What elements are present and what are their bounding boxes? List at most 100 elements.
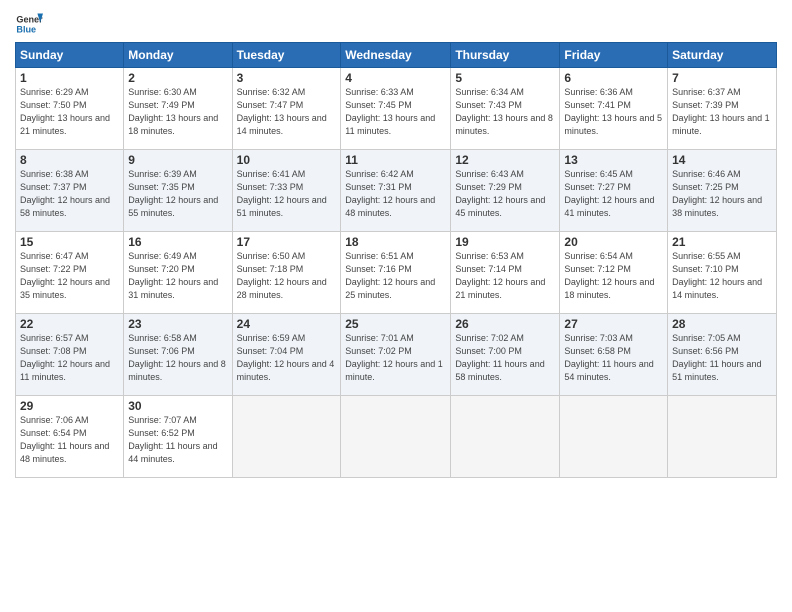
calendar-cell: 25Sunrise: 7:01 AMSunset: 7:02 PMDayligh… <box>341 314 451 396</box>
day-info: Sunrise: 6:37 AMSunset: 7:39 PMDaylight:… <box>672 86 772 138</box>
calendar-cell <box>232 396 341 478</box>
day-number: 8 <box>20 153 119 167</box>
day-number: 13 <box>564 153 663 167</box>
calendar-cell: 3Sunrise: 6:32 AMSunset: 7:47 PMDaylight… <box>232 68 341 150</box>
calendar-cell: 28Sunrise: 7:05 AMSunset: 6:56 PMDayligh… <box>668 314 777 396</box>
day-number: 27 <box>564 317 663 331</box>
day-info: Sunrise: 7:06 AMSunset: 6:54 PMDaylight:… <box>20 414 119 466</box>
day-info: Sunrise: 6:38 AMSunset: 7:37 PMDaylight:… <box>20 168 119 220</box>
day-info: Sunrise: 6:36 AMSunset: 7:41 PMDaylight:… <box>564 86 663 138</box>
day-number: 12 <box>455 153 555 167</box>
day-info: Sunrise: 6:58 AMSunset: 7:06 PMDaylight:… <box>128 332 227 384</box>
day-number: 21 <box>672 235 772 249</box>
day-info: Sunrise: 6:29 AMSunset: 7:50 PMDaylight:… <box>20 86 119 138</box>
calendar-cell: 29Sunrise: 7:06 AMSunset: 6:54 PMDayligh… <box>16 396 124 478</box>
calendar-cell: 14Sunrise: 6:46 AMSunset: 7:25 PMDayligh… <box>668 150 777 232</box>
day-number: 9 <box>128 153 227 167</box>
day-number: 29 <box>20 399 119 413</box>
calendar-cell: 4Sunrise: 6:33 AMSunset: 7:45 PMDaylight… <box>341 68 451 150</box>
calendar-cell: 26Sunrise: 7:02 AMSunset: 7:00 PMDayligh… <box>451 314 560 396</box>
day-info: Sunrise: 6:30 AMSunset: 7:49 PMDaylight:… <box>128 86 227 138</box>
calendar-cell: 10Sunrise: 6:41 AMSunset: 7:33 PMDayligh… <box>232 150 341 232</box>
calendar-cell: 16Sunrise: 6:49 AMSunset: 7:20 PMDayligh… <box>124 232 232 314</box>
calendar-cell: 8Sunrise: 6:38 AMSunset: 7:37 PMDaylight… <box>16 150 124 232</box>
day-info: Sunrise: 6:34 AMSunset: 7:43 PMDaylight:… <box>455 86 555 138</box>
day-number: 25 <box>345 317 446 331</box>
day-info: Sunrise: 6:54 AMSunset: 7:12 PMDaylight:… <box>564 250 663 302</box>
day-info: Sunrise: 6:55 AMSunset: 7:10 PMDaylight:… <box>672 250 772 302</box>
calendar-cell: 17Sunrise: 6:50 AMSunset: 7:18 PMDayligh… <box>232 232 341 314</box>
day-info: Sunrise: 6:33 AMSunset: 7:45 PMDaylight:… <box>345 86 446 138</box>
day-number: 2 <box>128 71 227 85</box>
weekday-header: Monday <box>124 43 232 68</box>
day-number: 7 <box>672 71 772 85</box>
day-info: Sunrise: 6:50 AMSunset: 7:18 PMDaylight:… <box>237 250 337 302</box>
calendar-week-row: 22Sunrise: 6:57 AMSunset: 7:08 PMDayligh… <box>16 314 777 396</box>
day-info: Sunrise: 6:45 AMSunset: 7:27 PMDaylight:… <box>564 168 663 220</box>
calendar-table: SundayMondayTuesdayWednesdayThursdayFrid… <box>15 42 777 478</box>
logo-icon: General Blue <box>15 10 43 38</box>
calendar-cell: 11Sunrise: 6:42 AMSunset: 7:31 PMDayligh… <box>341 150 451 232</box>
calendar-cell: 6Sunrise: 6:36 AMSunset: 7:41 PMDaylight… <box>560 68 668 150</box>
weekday-header: Wednesday <box>341 43 451 68</box>
calendar-cell: 30Sunrise: 7:07 AMSunset: 6:52 PMDayligh… <box>124 396 232 478</box>
calendar-cell: 27Sunrise: 7:03 AMSunset: 6:58 PMDayligh… <box>560 314 668 396</box>
header: General Blue <box>15 10 777 38</box>
day-info: Sunrise: 6:42 AMSunset: 7:31 PMDaylight:… <box>345 168 446 220</box>
calendar-cell: 5Sunrise: 6:34 AMSunset: 7:43 PMDaylight… <box>451 68 560 150</box>
day-info: Sunrise: 6:59 AMSunset: 7:04 PMDaylight:… <box>237 332 337 384</box>
day-info: Sunrise: 7:03 AMSunset: 6:58 PMDaylight:… <box>564 332 663 384</box>
day-number: 17 <box>237 235 337 249</box>
calendar-cell <box>341 396 451 478</box>
day-info: Sunrise: 6:57 AMSunset: 7:08 PMDaylight:… <box>20 332 119 384</box>
day-number: 19 <box>455 235 555 249</box>
calendar-cell <box>668 396 777 478</box>
day-number: 22 <box>20 317 119 331</box>
day-number: 28 <box>672 317 772 331</box>
day-number: 30 <box>128 399 227 413</box>
day-info: Sunrise: 6:47 AMSunset: 7:22 PMDaylight:… <box>20 250 119 302</box>
calendar-cell: 7Sunrise: 6:37 AMSunset: 7:39 PMDaylight… <box>668 68 777 150</box>
weekday-header: Friday <box>560 43 668 68</box>
day-number: 11 <box>345 153 446 167</box>
day-number: 26 <box>455 317 555 331</box>
calendar-week-row: 8Sunrise: 6:38 AMSunset: 7:37 PMDaylight… <box>16 150 777 232</box>
calendar-cell <box>560 396 668 478</box>
day-info: Sunrise: 6:39 AMSunset: 7:35 PMDaylight:… <box>128 168 227 220</box>
day-info: Sunrise: 6:32 AMSunset: 7:47 PMDaylight:… <box>237 86 337 138</box>
calendar-week-row: 15Sunrise: 6:47 AMSunset: 7:22 PMDayligh… <box>16 232 777 314</box>
day-info: Sunrise: 7:01 AMSunset: 7:02 PMDaylight:… <box>345 332 446 384</box>
day-info: Sunrise: 6:41 AMSunset: 7:33 PMDaylight:… <box>237 168 337 220</box>
calendar-cell: 24Sunrise: 6:59 AMSunset: 7:04 PMDayligh… <box>232 314 341 396</box>
day-info: Sunrise: 6:53 AMSunset: 7:14 PMDaylight:… <box>455 250 555 302</box>
calendar-cell: 9Sunrise: 6:39 AMSunset: 7:35 PMDaylight… <box>124 150 232 232</box>
weekday-header: Tuesday <box>232 43 341 68</box>
day-number: 16 <box>128 235 227 249</box>
weekday-header: Thursday <box>451 43 560 68</box>
logo: General Blue <box>15 10 43 38</box>
day-info: Sunrise: 7:07 AMSunset: 6:52 PMDaylight:… <box>128 414 227 466</box>
day-number: 10 <box>237 153 337 167</box>
day-number: 14 <box>672 153 772 167</box>
day-info: Sunrise: 6:43 AMSunset: 7:29 PMDaylight:… <box>455 168 555 220</box>
calendar-cell: 20Sunrise: 6:54 AMSunset: 7:12 PMDayligh… <box>560 232 668 314</box>
calendar-cell: 15Sunrise: 6:47 AMSunset: 7:22 PMDayligh… <box>16 232 124 314</box>
calendar-cell: 13Sunrise: 6:45 AMSunset: 7:27 PMDayligh… <box>560 150 668 232</box>
day-number: 20 <box>564 235 663 249</box>
calendar-cell: 19Sunrise: 6:53 AMSunset: 7:14 PMDayligh… <box>451 232 560 314</box>
calendar-cell: 12Sunrise: 6:43 AMSunset: 7:29 PMDayligh… <box>451 150 560 232</box>
day-number: 24 <box>237 317 337 331</box>
page-container: General Blue SundayMondayTuesdayWednesda… <box>0 0 792 488</box>
weekday-header: Saturday <box>668 43 777 68</box>
calendar-cell: 18Sunrise: 6:51 AMSunset: 7:16 PMDayligh… <box>341 232 451 314</box>
calendar-cell: 2Sunrise: 6:30 AMSunset: 7:49 PMDaylight… <box>124 68 232 150</box>
day-number: 15 <box>20 235 119 249</box>
day-number: 3 <box>237 71 337 85</box>
day-number: 18 <box>345 235 446 249</box>
calendar-header-row: SundayMondayTuesdayWednesdayThursdayFrid… <box>16 43 777 68</box>
calendar-cell: 23Sunrise: 6:58 AMSunset: 7:06 PMDayligh… <box>124 314 232 396</box>
day-number: 6 <box>564 71 663 85</box>
day-info: Sunrise: 6:51 AMSunset: 7:16 PMDaylight:… <box>345 250 446 302</box>
calendar-cell: 21Sunrise: 6:55 AMSunset: 7:10 PMDayligh… <box>668 232 777 314</box>
day-info: Sunrise: 6:46 AMSunset: 7:25 PMDaylight:… <box>672 168 772 220</box>
